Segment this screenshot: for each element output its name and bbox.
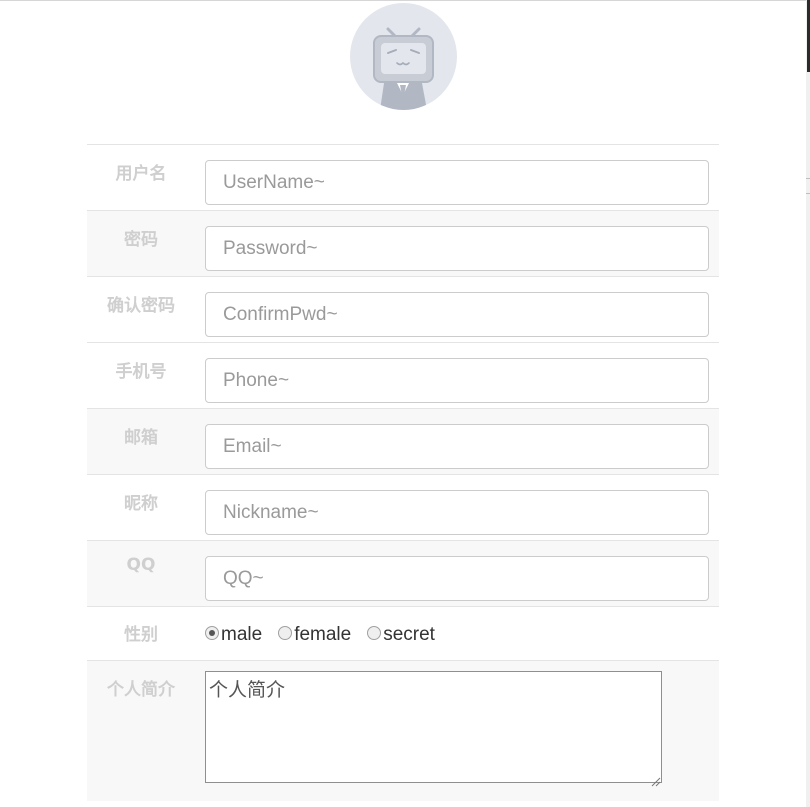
scrollbar[interactable] [806,0,810,807]
gender-option-secret[interactable]: secret [367,624,435,646]
username-label: 用户名 [115,164,167,184]
gender-male-label: male [221,623,263,645]
gender-label: 性别 [124,625,158,645]
nickname-label: 昵称 [124,494,158,514]
gender-option-female[interactable]: female [278,624,351,646]
qq-label: QQ [126,555,156,575]
email-input[interactable] [205,424,709,469]
bio-label: 个人简介 [107,680,175,700]
password-label: 密码 [124,230,158,250]
form-row-bio: 个人简介 个人简介 [87,660,719,801]
gender-secret-label: secret [383,623,435,645]
scrollbar-marker [806,178,810,194]
form-row-username: 用户名 [87,144,719,211]
form-row-password: 密码 [87,210,719,277]
confirm-password-label: 确认密码 [107,296,175,316]
phone-label: 手机号 [115,362,167,382]
avatar[interactable] [350,3,457,110]
form-row-phone: 手机号 [87,342,719,409]
form-row-qq: QQ [87,540,719,607]
top-border [0,0,806,1]
form-row-confirm-password: 确认密码 [87,276,719,343]
email-label: 邮箱 [124,428,158,448]
gender-female-label: female [294,623,352,645]
form-row-nickname: 昵称 [87,474,719,541]
phone-input[interactable] [205,358,709,403]
bio-textarea[interactable]: 个人简介 [205,671,662,783]
radio-secret[interactable] [367,625,382,640]
qq-input[interactable] [205,556,709,601]
tv-mascot-icon [373,27,434,110]
gender-option-male[interactable]: male [205,624,262,646]
nickname-input[interactable] [205,490,709,535]
username-input[interactable] [205,160,709,205]
password-input[interactable] [205,226,709,271]
form-row-email: 邮箱 [87,408,719,475]
radio-female[interactable] [278,625,293,640]
resize-grip-icon[interactable] [649,775,661,787]
confirm-password-input[interactable] [205,292,709,337]
radio-male[interactable] [205,625,219,640]
gender-radio-group: male female secret [205,624,709,646]
form-row-gender: 性别 male female secret [87,606,719,661]
register-form: 用户名 密码 确认密码 手机号 邮箱 昵称 QQ 性别 [87,144,719,801]
